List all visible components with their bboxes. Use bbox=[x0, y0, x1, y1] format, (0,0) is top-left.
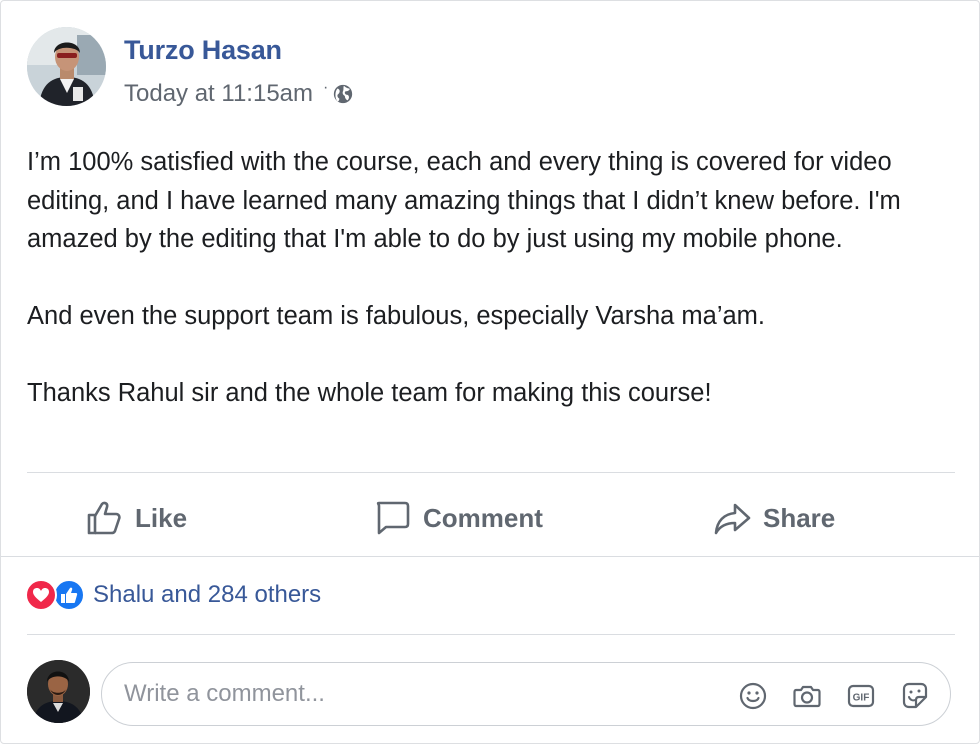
divider bbox=[27, 472, 955, 473]
like-label: Like bbox=[135, 502, 188, 533]
meta-separator: · bbox=[323, 79, 329, 96]
share-button[interactable]: Share bbox=[713, 496, 835, 540]
globe-icon[interactable] bbox=[332, 83, 354, 105]
reactions-count[interactable]: Shalu and 284 others bbox=[93, 581, 321, 609]
author-name[interactable]: Turzo Hasan bbox=[124, 35, 282, 66]
share-arrow-icon bbox=[714, 503, 751, 535]
gif-icon[interactable]: GIF bbox=[846, 681, 876, 711]
post-meta: Today at 11:15am · bbox=[124, 79, 354, 108]
commenter-avatar[interactable] bbox=[27, 660, 90, 723]
comment-box: GIF bbox=[101, 662, 951, 726]
post-paragraph: And even the support team is fabulous, e… bbox=[27, 302, 766, 330]
like-button[interactable]: Like bbox=[85, 496, 187, 540]
sticker-icon[interactable] bbox=[900, 681, 930, 711]
post-timestamp[interactable]: Today at 11:15am bbox=[124, 80, 313, 108]
reactions-summary[interactable]: Shalu and 284 others bbox=[25, 579, 321, 611]
author-avatar[interactable] bbox=[27, 27, 106, 106]
comment-label: Comment bbox=[423, 502, 543, 533]
comment-button[interactable]: Comment bbox=[373, 496, 543, 540]
divider bbox=[27, 634, 955, 635]
comment-icon bbox=[376, 501, 410, 535]
svg-text:GIF: GIF bbox=[853, 693, 870, 704]
divider bbox=[1, 556, 979, 557]
love-icon bbox=[25, 579, 57, 611]
post-paragraph: I’m 100% satisfied with the course, each… bbox=[27, 148, 901, 253]
emoji-icon[interactable] bbox=[738, 681, 768, 711]
share-label: Share bbox=[763, 502, 836, 533]
like-icon bbox=[53, 579, 85, 611]
thumbs-up-icon bbox=[87, 501, 121, 535]
post-card: Turzo Hasan Today at 11:15am · I’m 100% … bbox=[0, 0, 980, 744]
post-paragraph: Thanks Rahul sir and the whole team for … bbox=[27, 379, 712, 407]
camera-icon[interactable] bbox=[792, 681, 822, 711]
post-body: I’m 100% satisfied with the course, each… bbox=[27, 143, 947, 413]
comment-input[interactable] bbox=[124, 679, 684, 709]
